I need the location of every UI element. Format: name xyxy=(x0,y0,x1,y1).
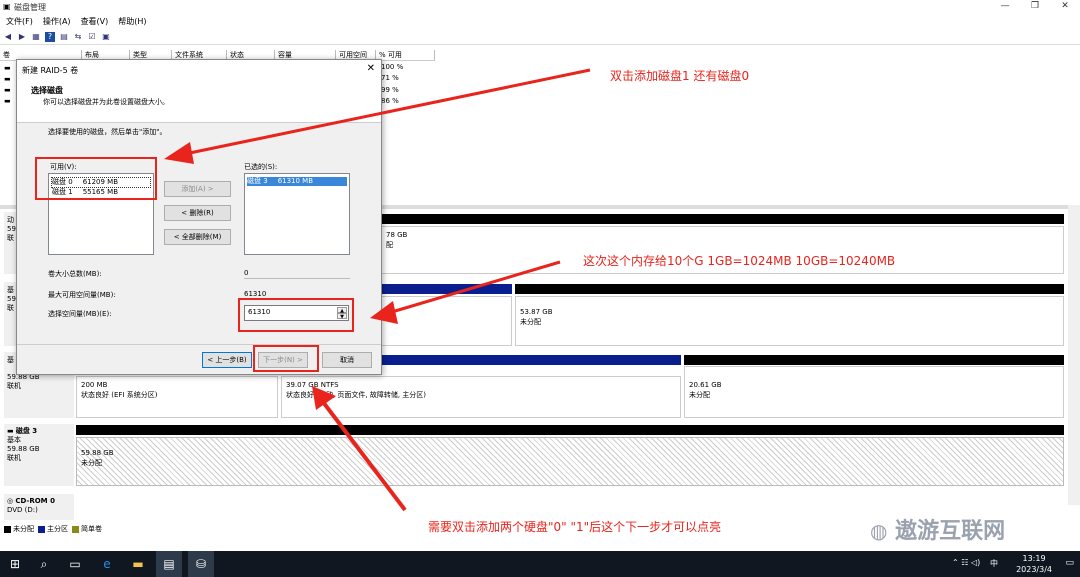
edge-icon[interactable]: e xyxy=(94,551,120,577)
annotation-3: 需要双击添加两个硬盘"0" "1"后这个下一步才可以点亮 xyxy=(428,520,722,534)
notification-icon[interactable]: ▭ xyxy=(1065,558,1074,568)
clock-date: 2023/3/4 xyxy=(1016,565,1052,574)
ime-indicator[interactable]: 中 xyxy=(990,558,998,569)
disk-management-icon[interactable]: ⛁ xyxy=(188,551,214,577)
search-icon[interactable]: ⌕ xyxy=(31,551,57,577)
clock[interactable]: 13:19 2023/3/4 xyxy=(1016,553,1052,575)
taskbar: ⊞ ⌕ ▭ e ▬ ▤ ⛁ ⌃ ☷ ◁) 中 13:19 2023/3/4 ▭ xyxy=(0,551,1080,577)
server-manager-icon[interactable]: ▤ xyxy=(156,551,182,577)
watermark: ◍ 遨游互联网 xyxy=(870,519,1006,544)
annotation-1: 双击添加磁盘1 还有磁盘0 xyxy=(610,69,750,83)
clock-time: 13:19 xyxy=(1022,554,1046,563)
annotation-arrows xyxy=(164,68,591,512)
wechat-icon: ◍ xyxy=(870,519,888,543)
folder-icon[interactable]: ▬ xyxy=(125,551,151,577)
tray-icons[interactable]: ⌃ ☷ ◁) xyxy=(952,558,980,567)
start-icon[interactable]: ⊞ xyxy=(2,551,28,577)
task-view-icon[interactable]: ▭ xyxy=(62,551,88,577)
annotation-2: 这次这个内存给10个G 1GB=1024MB 10GB=10240MB xyxy=(583,254,896,268)
